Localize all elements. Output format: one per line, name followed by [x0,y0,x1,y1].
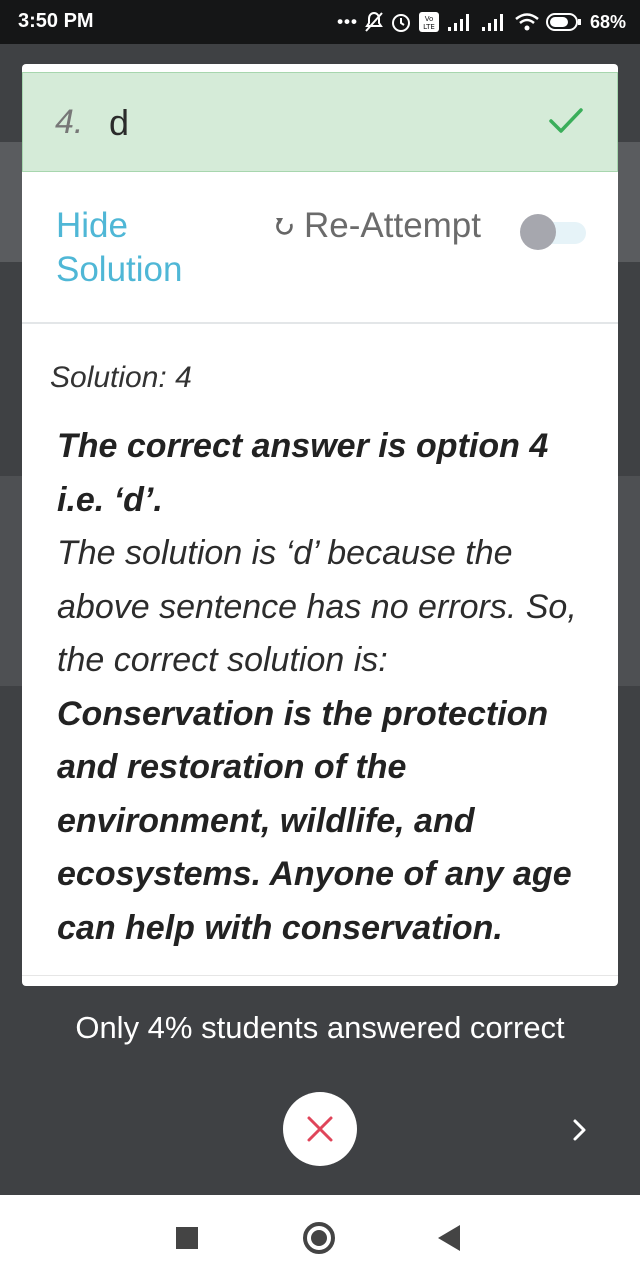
selected-answer-row: 4. d [22,72,618,172]
home-icon[interactable] [303,1222,335,1254]
svg-text:Vo: Vo [425,15,434,23]
more-dots-icon: ••• [337,12,358,31]
answer-stats: Only 4% students answered correct [75,1010,565,1045]
option-number: 4. [55,103,84,141]
option-text: d [109,102,130,143]
solution-label: Solution: 4 [50,361,192,394]
svg-text:LTE: LTE [423,23,435,31]
status-icons: ••• Vo LTE 68% [337,8,626,36]
wifi-icon [515,13,539,31]
solution-actions: Hide Solution Re-Attempt [22,172,618,324]
solution-body: The correct answer is option 4 i.e. ‘d’.… [57,420,597,955]
back-icon[interactable] [438,1225,460,1251]
divider [22,975,618,976]
check-icon [549,108,583,133]
solution-heading: The correct answer is option 4 i.e. ‘d’. [57,427,549,519]
status-bar: 3:50 PM ••• Vo LTE 68% [0,0,640,44]
signal-icon-2 [481,14,503,31]
alarm-icon [391,14,410,32]
solution-explanation: The solution is ‘d’ because the above se… [57,534,577,679]
bell-off-icon [365,11,383,32]
solution-modal: 4. d Hide Solution Re-Attempt Solution: … [22,64,618,986]
volte-icon: VoLTE [418,12,439,32]
recents-icon[interactable] [176,1227,198,1249]
status-time: 3:50 PM [18,10,94,32]
system-navigation-bar [0,1195,640,1280]
refresh-icon [276,218,293,235]
chevron-right-icon [573,1119,586,1141]
toggle-knob [520,214,556,250]
reattempt-label: Re-Attempt [304,206,481,245]
signal-icon [447,14,469,31]
battery-icon [545,13,581,31]
hide-solution-button[interactable]: Hide Solution [56,204,236,292]
battery-percent: 68% [589,11,626,32]
reattempt-toggle[interactable] [520,214,586,250]
close-button[interactable] [283,1092,357,1166]
next-button[interactable] [562,1110,598,1150]
reattempt-button[interactable]: Re-Attempt [274,206,481,246]
close-icon [307,1116,333,1142]
corrected-sentence: Conservation is the protection and resto… [57,694,572,947]
